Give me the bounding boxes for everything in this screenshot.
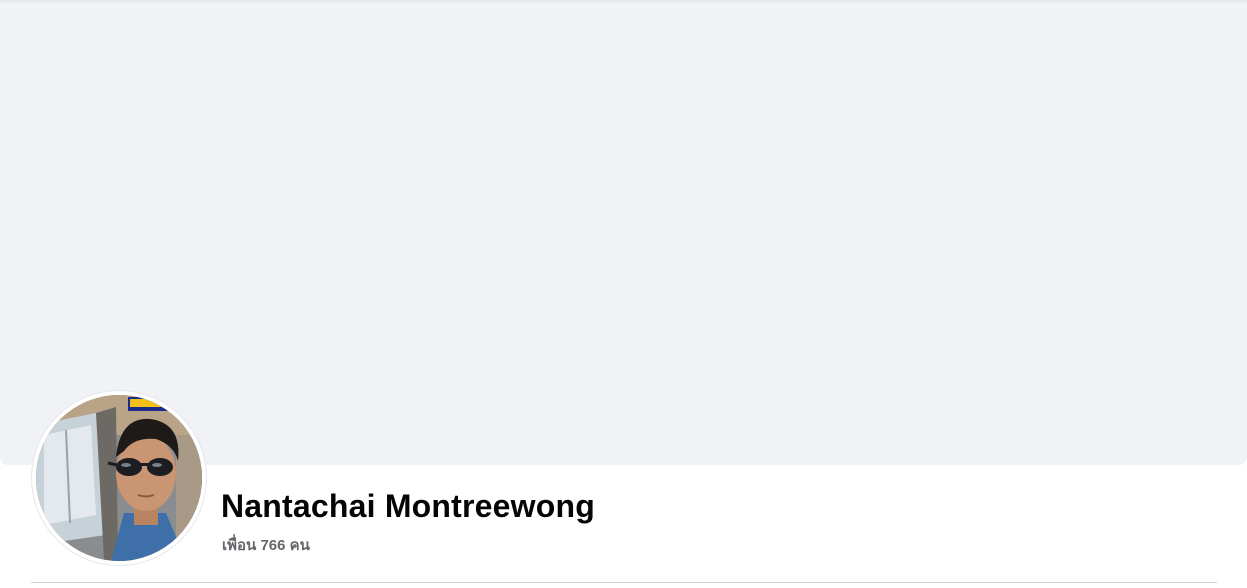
friends-count[interactable]: เพื่อน 766 คน [222,533,310,557]
avatar-photo[interactable] [36,395,202,561]
avatar-image [36,395,202,561]
profile-name: Nantachai Montreewong [221,488,596,524]
section-divider [31,582,1217,583]
profile-avatar[interactable] [32,391,206,565]
profile-page: Nantachai Montreewong เพื่อน 766 คน [0,0,1247,588]
cover-photo-area [0,3,1247,465]
